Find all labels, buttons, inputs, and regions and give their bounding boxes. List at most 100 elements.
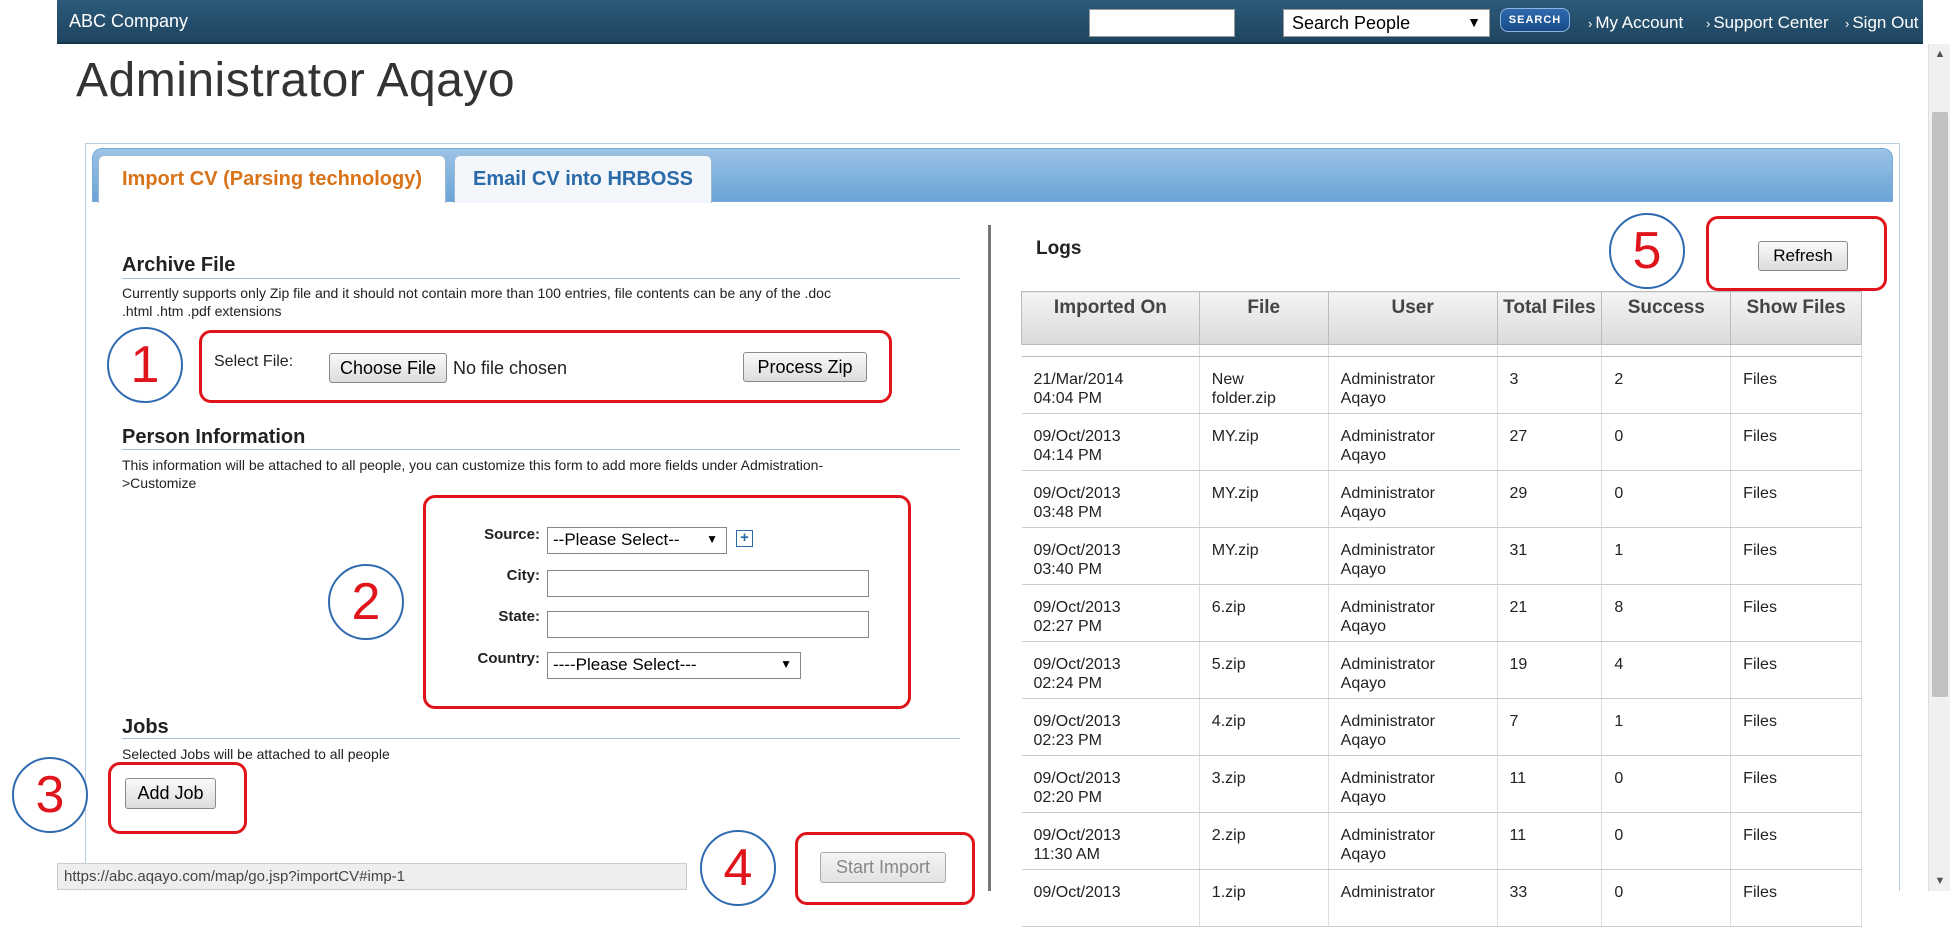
cell-total-files: 11	[1497, 755, 1603, 813]
jobs-description: Selected Jobs will be attached to all pe…	[122, 746, 390, 762]
cell-imported-on-text: 09/Oct/2013	[1033, 428, 1121, 445]
my-account-link[interactable]: › My Account	[1588, 13, 1683, 33]
cell-user: Administrator Aqayo	[1328, 470, 1498, 528]
cell-total-files: 3	[1497, 356, 1603, 414]
cell-total-files: 33	[1497, 869, 1603, 927]
cell-imported-on-text: 09/Oct/2013	[1033, 485, 1121, 502]
cell-user-text: Administrator	[1340, 371, 1435, 388]
cell-show-files[interactable]: Files	[1730, 812, 1862, 870]
cell-success: 1	[1601, 527, 1732, 585]
cell-user-text: Administrator	[1340, 656, 1435, 673]
header-file[interactable]: File	[1198, 291, 1329, 345]
cell-user-text: Aqayo	[1340, 732, 1387, 749]
cell-file: MY.zip	[1199, 527, 1329, 585]
cell-success-text: 4	[1614, 656, 1624, 673]
callout-number-2: 2	[328, 564, 404, 640]
chevron-right-icon: ›	[1706, 16, 1711, 31]
cell-imported-on-text: 02:24 PM	[1033, 675, 1102, 692]
tab-email-cv[interactable]: Email CV into HRBOSS	[454, 155, 712, 203]
cell-imported-on: 09/Oct/2013 02:24 PM	[1021, 641, 1200, 699]
cell-show-files[interactable]: Files	[1730, 413, 1862, 471]
callout-box-5	[1706, 216, 1887, 291]
cell-success: 8	[1601, 584, 1732, 642]
page-title: Administrator Aqayo	[76, 54, 516, 107]
sign-out-link[interactable]: › Sign Out	[1845, 13, 1919, 33]
cell-file: MY.zip	[1199, 413, 1329, 471]
callout-number-4: 4	[700, 830, 776, 906]
cell-total-files-text: 7	[1509, 713, 1519, 730]
cell-total-files-text: 3	[1509, 371, 1519, 388]
cell-file-text: MY.zip	[1211, 428, 1259, 445]
cell-user-text: Administrator	[1340, 542, 1435, 559]
cell-success-text: 1	[1614, 542, 1624, 559]
support-center-link[interactable]: › Support Center	[1706, 13, 1829, 33]
cell-file-text: MY.zip	[1211, 485, 1259, 502]
callout-box-4	[795, 832, 975, 905]
cell-user-text: Aqayo	[1340, 618, 1387, 635]
people-search-input[interactable]	[1089, 9, 1235, 37]
cell-success-text: 0	[1614, 770, 1624, 787]
cell-show-files[interactable]: Files	[1730, 356, 1862, 414]
cell-user-text: Aqayo	[1340, 846, 1387, 863]
cell-file: 3.zip	[1199, 755, 1329, 813]
header-success[interactable]: Success	[1601, 291, 1732, 345]
archive-desc-line1: Currently supports only Zip file and it …	[122, 285, 831, 301]
header-user[interactable]: User	[1327, 291, 1498, 345]
chevron-right-icon: ›	[1845, 16, 1850, 31]
cell-total-files: 21	[1497, 584, 1603, 642]
cell-imported-on-text: 02:20 PM	[1033, 789, 1102, 806]
cell-file-text: folder.zip	[1211, 390, 1276, 407]
cell-user: Administrator Aqayo	[1328, 413, 1498, 471]
cell-user: Administrator Aqayo	[1328, 584, 1498, 642]
header-total-files[interactable]: Total Files	[1496, 291, 1603, 345]
scroll-up-icon[interactable]: ▲	[1929, 48, 1950, 60]
archive-desc-line2: .html .htm .pdf extensions	[122, 303, 282, 319]
cell-total-files-text: 31	[1509, 542, 1528, 559]
cell-imported-on-text: 03:48 PM	[1033, 504, 1102, 521]
cell-imported-on-text: 09/Oct/2013	[1033, 542, 1121, 559]
scrollbar-thumb[interactable]	[1932, 112, 1948, 697]
header-show-files[interactable]: Show Files	[1730, 291, 1862, 345]
cell-success-text: 0	[1614, 827, 1624, 844]
cell-imported-on: 21/Mar/2014 04:04 PM	[1021, 356, 1200, 414]
cell-show-files[interactable]: Files	[1730, 641, 1862, 699]
cell-show-files[interactable]: Files	[1730, 527, 1862, 585]
vertical-scrollbar[interactable]: ▲ ▼	[1928, 44, 1950, 891]
cell-file-text: 4.zip	[1211, 713, 1246, 730]
search-button[interactable]: SEARCH	[1500, 8, 1570, 32]
cell-show-files[interactable]: Files	[1730, 869, 1862, 927]
cell-show-files[interactable]: Files	[1730, 470, 1862, 528]
header-imported-on[interactable]: Imported On	[1021, 291, 1200, 345]
cell-imported-on-text: 03:40 PM	[1033, 561, 1102, 578]
table-row: 09/Oct/2013 03:48 PM MY.zip Administrator Aq…	[1021, 470, 1862, 528]
jobs-divider	[122, 738, 960, 739]
cell-success-text: 8	[1614, 599, 1624, 616]
cell-success: 2	[1601, 356, 1732, 414]
cell-success: 0	[1601, 869, 1732, 927]
cell-file-text: 3.zip	[1211, 770, 1246, 787]
table-row: 09/Oct/2013 03:40 PM MY.zip Administrator Aq…	[1021, 527, 1862, 585]
callout-box-2	[423, 495, 911, 709]
cell-total-files: 27	[1497, 413, 1603, 471]
cell-show-files[interactable]: Files	[1730, 584, 1862, 642]
cell-imported-on-text: 21/Mar/2014	[1033, 371, 1124, 388]
cell-show-files-text: Files	[1743, 884, 1777, 901]
tab-import-cv[interactable]: Import CV (Parsing technology)	[98, 155, 446, 203]
person-desc-line2: >Customize	[122, 475, 197, 491]
cell-user: Administrator Aqayo	[1328, 812, 1498, 870]
table-row: 09/Oct/2013 04:14 PM MY.zip Administrator Aq…	[1021, 413, 1862, 471]
cell-file: MY.zip	[1199, 470, 1329, 528]
cell-user: Administrator Aqayo	[1328, 641, 1498, 699]
search-scope-value: Search People	[1292, 13, 1411, 33]
cell-show-files-text: Files	[1743, 770, 1777, 787]
cell-show-files-text: Files	[1743, 656, 1777, 673]
support-center-label: Support Center	[1713, 13, 1829, 32]
cell-show-files[interactable]: Files	[1730, 698, 1862, 756]
cell-imported-on-text: 09/Oct/2013	[1033, 884, 1121, 901]
cell-total-files: 31	[1497, 527, 1603, 585]
search-scope-select[interactable]: Search People ▼	[1283, 9, 1490, 37]
cell-imported-on-text: 11:30 AM	[1033, 846, 1100, 863]
scroll-down-icon[interactable]: ▼	[1929, 875, 1950, 887]
cell-user-text: Aqayo	[1340, 789, 1387, 806]
cell-show-files[interactable]: Files	[1730, 755, 1862, 813]
